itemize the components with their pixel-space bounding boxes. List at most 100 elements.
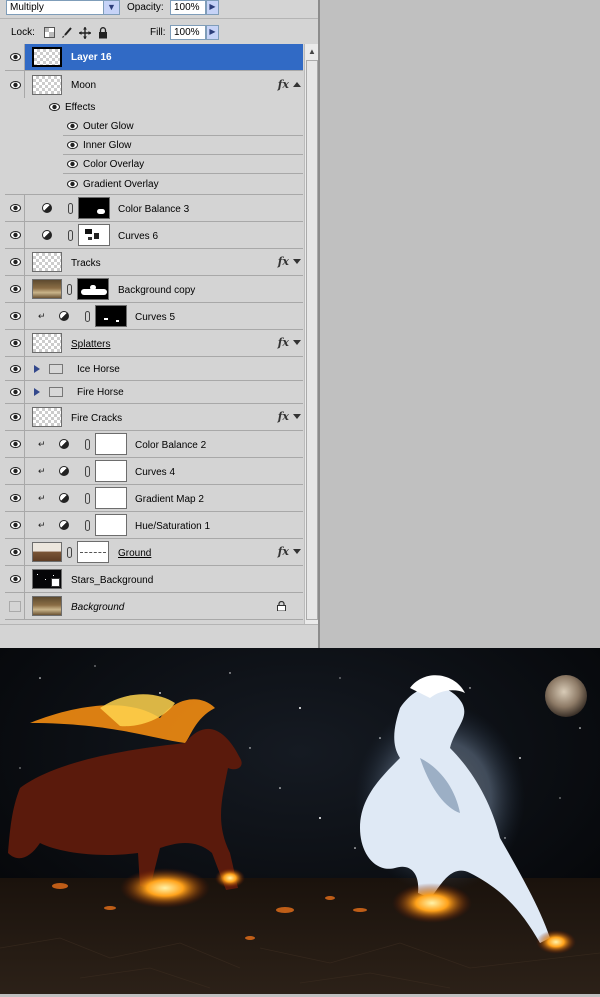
eye-icon[interactable] [5,512,25,538]
eye-icon[interactable] [5,303,25,329]
effects-row[interactable]: Effects [25,98,303,117]
layer-name[interactable]: Hue/Saturation 1 [135,521,210,533]
layer-row-gradient-map-2[interactable]: ↵ Gradient Map 2 [5,485,303,512]
eye-icon[interactable] [5,330,25,356]
layer-row-curves-5[interactable]: ↵ Curves 5 [5,303,303,330]
expand-arrow-icon[interactable] [293,414,301,419]
eye-icon[interactable] [67,180,78,188]
layer-row-curves-6[interactable]: Curves 6 [5,222,303,249]
layer-name[interactable]: Tracks [71,258,101,270]
layer-row-color-balance-3[interactable]: Color Balance 3 [5,195,303,222]
link-icon[interactable] [85,311,90,322]
layer-mask-thumbnail[interactable] [95,487,127,509]
scroll-up-arrow-icon[interactable]: ▲ [305,44,319,60]
eye-icon[interactable] [49,103,60,111]
layer-name[interactable]: Curves 5 [135,312,175,324]
layer-mask-thumbnail[interactable] [95,514,127,536]
fx-icon[interactable]: fx [278,410,289,423]
eye-icon[interactable] [5,381,25,403]
layer-name[interactable]: Splatters [71,339,110,351]
effect-row-outer-glow[interactable]: Outer Glow [63,117,303,136]
layers-scrollbar[interactable]: ▲ [304,44,319,624]
group-name[interactable]: Ice Horse [77,364,120,376]
eye-icon[interactable] [5,539,25,565]
eye-icon[interactable] [5,357,25,380]
lock-transparency-icon[interactable] [44,27,55,38]
layer-name[interactable]: Gradient Map 2 [135,494,204,506]
layer-row-background-copy[interactable]: Background copy [5,276,303,303]
lock-brush-icon[interactable] [61,27,72,38]
eye-icon[interactable] [67,141,78,149]
layer-name[interactable]: Background copy [118,285,195,297]
link-icon[interactable] [85,439,90,450]
layer-row-tracks[interactable]: Tracks fx [5,249,303,276]
layer-name[interactable]: Stars_Background [71,575,153,587]
chevron-down-icon[interactable]: ▼ [103,1,119,14]
layer-mask-thumbnail[interactable] [78,224,110,246]
scrollbar-thumb[interactable] [306,60,318,620]
group-name[interactable]: Fire Horse [77,387,124,399]
eye-icon[interactable] [5,44,25,70]
link-icon[interactable] [67,284,72,295]
fx-icon[interactable]: fx [278,545,289,558]
lock-all-icon[interactable] [98,27,109,39]
eye-icon[interactable] [5,249,25,275]
layer-mask-thumbnail[interactable] [77,278,109,300]
eye-icon[interactable] [67,122,78,130]
effect-row-gradient-overlay[interactable]: Gradient Overlay [5,174,303,195]
layer-row-splatters[interactable]: Splatters fx [5,330,303,357]
link-icon[interactable] [68,230,73,241]
opacity-arrow-button[interactable]: ▶ [206,0,219,15]
eye-icon[interactable] [5,276,25,302]
layer-name[interactable]: Curves 4 [135,467,175,479]
layer-mask-thumbnail[interactable] [95,460,127,482]
effect-row-inner-glow[interactable]: Inner Glow [63,136,303,155]
layer-name[interactable]: Moon [71,80,96,92]
layer-row-ground[interactable]: Ground fx [5,539,303,566]
eye-icon[interactable] [5,566,25,592]
layer-row-color-balance-2[interactable]: ↵ Color Balance 2 [5,431,303,458]
link-icon[interactable] [68,203,73,214]
fill-arrow-button[interactable]: ▶ [206,25,219,40]
link-icon[interactable] [85,520,90,531]
eye-icon[interactable] [5,458,25,484]
expand-arrow-icon[interactable] [293,259,301,264]
link-icon[interactable] [67,547,72,558]
eye-icon[interactable] [5,404,25,430]
eye-icon[interactable] [67,160,78,168]
layer-row-layer16[interactable]: Layer 16 [5,44,303,71]
layer-name[interactable]: Background [71,602,124,614]
fx-icon[interactable]: fx [278,255,289,268]
expand-triangle-icon[interactable] [34,388,40,396]
layer-mask-thumbnail[interactable] [77,541,109,563]
layer-row-stars-background[interactable]: Stars_Background [5,566,303,593]
layer-name[interactable]: Color Balance 3 [118,204,189,216]
layer-row-fire-cracks[interactable]: Fire Cracks fx [5,404,303,431]
group-row-fire-horse[interactable]: Fire Horse [5,381,303,404]
visibility-toggle[interactable] [5,593,25,619]
eye-icon[interactable] [5,431,25,457]
layer-row-curves-4[interactable]: ↵ Curves 4 [5,458,303,485]
fill-input[interactable]: 100% [170,25,206,40]
collapse-arrow-icon[interactable] [293,81,301,87]
layer-row-hue-saturation-1[interactable]: ↵ Hue/Saturation 1 [5,512,303,539]
layer-row-background[interactable]: Background [5,593,303,620]
layer-name[interactable]: Color Balance 2 [135,440,206,452]
layer-name[interactable]: Layer 16 [71,52,112,64]
layer-name[interactable]: Fire Cracks [71,413,122,425]
link-icon[interactable] [85,493,90,504]
layer-mask-thumbnail[interactable] [95,305,127,327]
eye-icon[interactable] [5,222,25,248]
lock-move-icon[interactable] [79,27,91,39]
expand-arrow-icon[interactable] [293,549,301,554]
blend-mode-select[interactable]: Multiply ▼ [6,0,120,15]
layer-mask-thumbnail[interactable] [78,197,110,219]
opacity-input[interactable]: 100% [170,0,206,15]
expand-triangle-icon[interactable] [34,365,40,373]
expand-arrow-icon[interactable] [293,340,301,345]
effect-row-color-overlay[interactable]: Color Overlay [63,155,303,174]
link-icon[interactable] [85,466,90,477]
layer-mask-thumbnail[interactable] [95,433,127,455]
fx-icon[interactable]: fx [278,336,289,349]
eye-icon[interactable] [5,195,25,221]
